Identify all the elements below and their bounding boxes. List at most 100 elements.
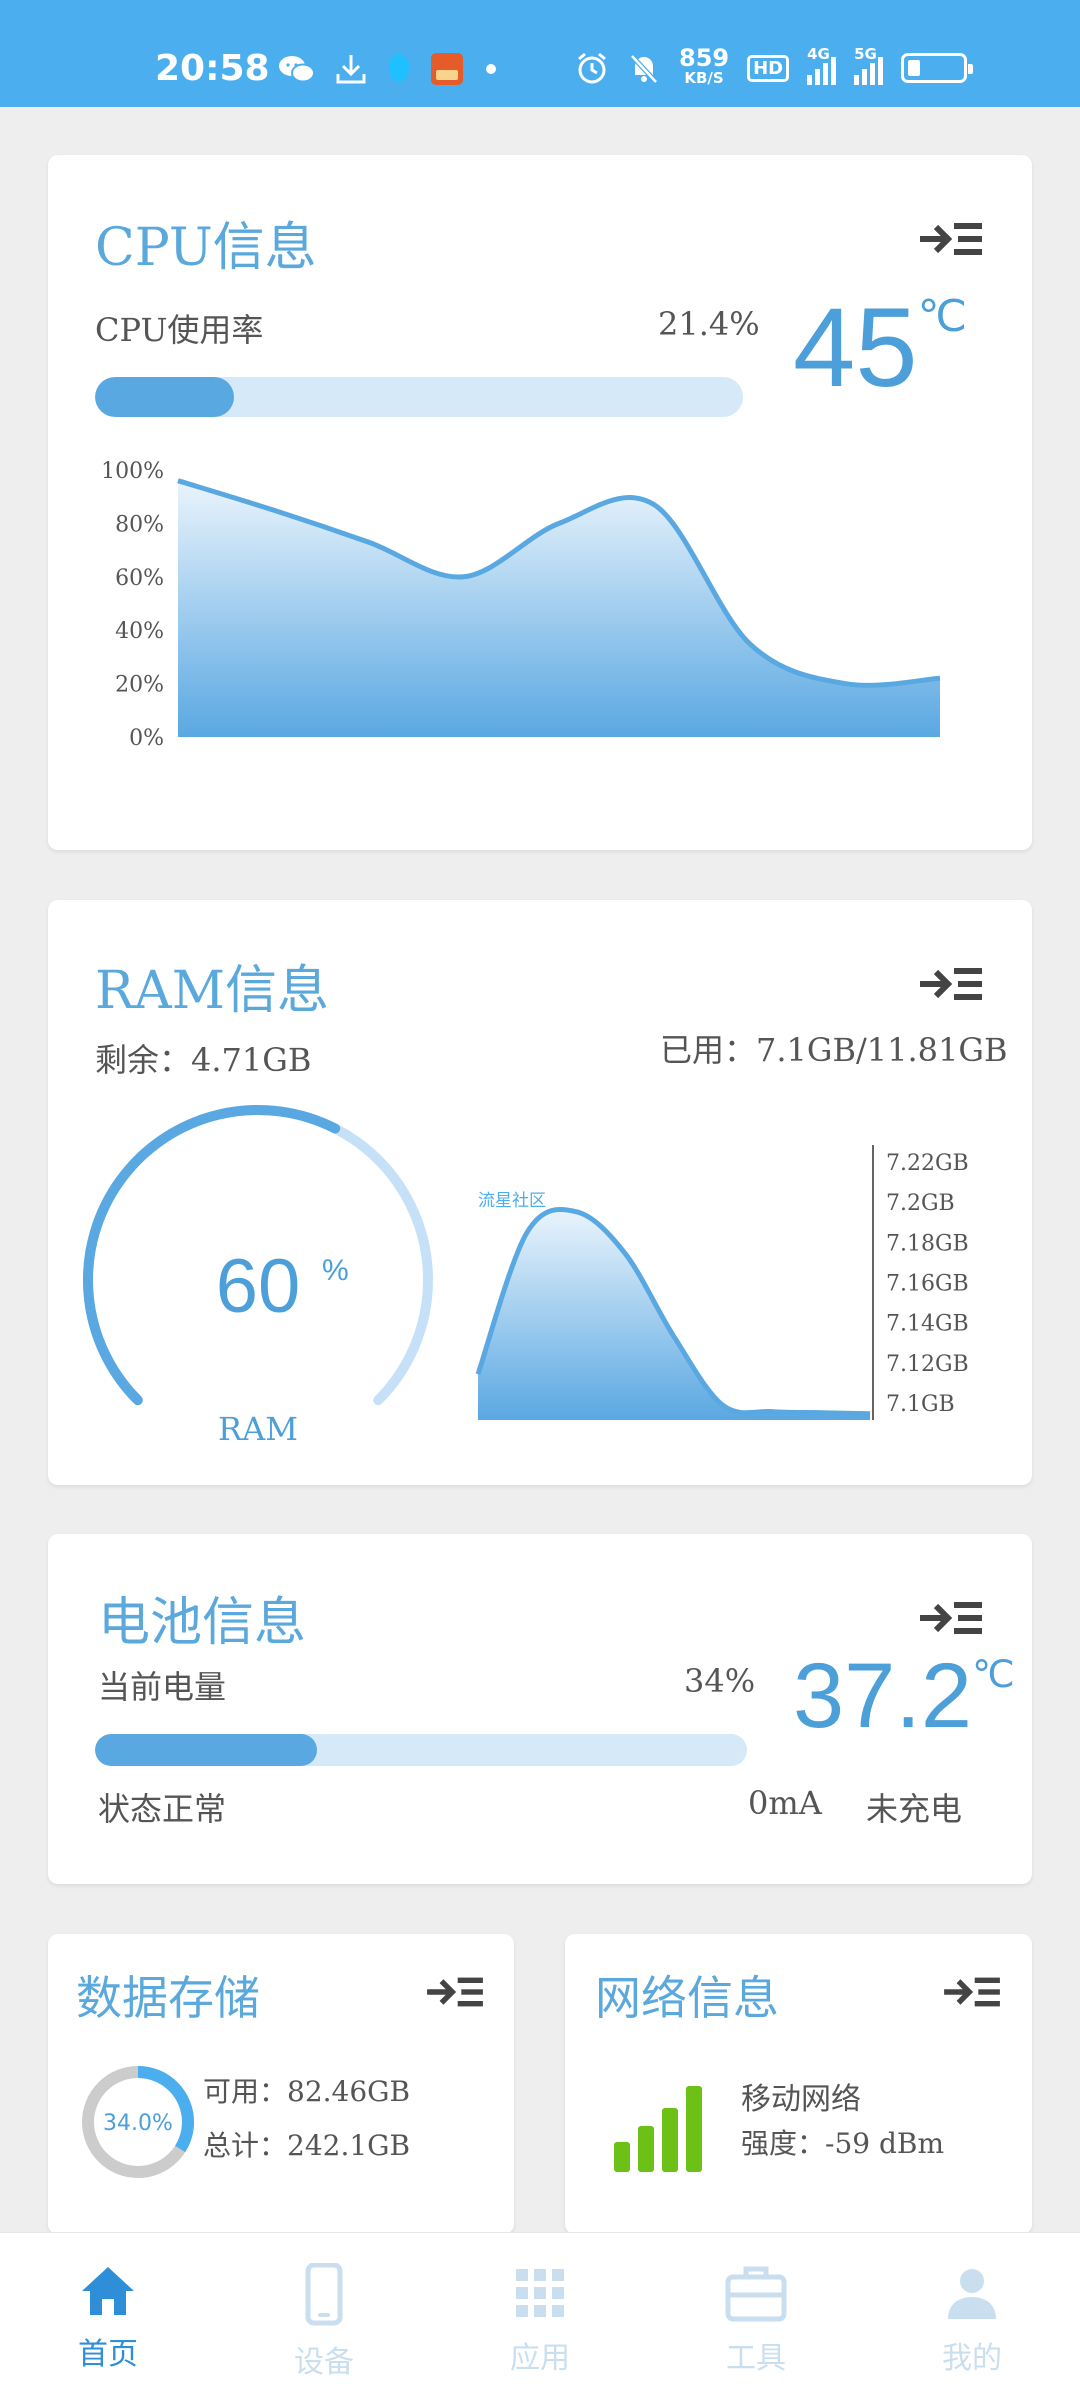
battery-level-value: 34% — [684, 1662, 756, 1700]
cpu-temp-unit: ℃ — [917, 292, 967, 341]
nav-tools-label: 工具 — [726, 2341, 786, 2376]
storage-donut: 34.0% — [82, 2066, 194, 2178]
network-strength-value: -59 dBm — [825, 2127, 945, 2160]
cpu-usage-bar — [95, 377, 743, 417]
ram-used: 已用：7.1GB/11.81GB — [660, 1025, 1007, 1071]
network-strength: 强度：-59 dBm — [741, 2122, 944, 2162]
net-label-5g: 5G — [854, 45, 877, 63]
cpu-temperature: 45℃ — [793, 283, 967, 412]
bottom-nav: 首页 设备 应用 工具 我的 — [0, 2232, 1080, 2400]
battery-icon — [901, 53, 974, 83]
phone-icon — [305, 2263, 343, 2326]
ram-title: RAM信息 — [95, 961, 329, 1021]
storage-title: 数据存储 — [76, 1971, 260, 2025]
cpu-y-tick: 100% — [101, 460, 164, 484]
cpu-card: CPU信息 CPU使用率 21.4% 45℃ 100% 80% 60% 40% 20% 0… — [48, 155, 1032, 850]
cpu-temp-value: 45 — [793, 285, 918, 410]
battery-status: 状态正常 — [98, 1790, 227, 1828]
ram-card: RAM信息 剩余：4.71GB 已用：7.1GB/11.81GB 60 % RA… — [48, 900, 1032, 1485]
battery-title: 电池信息 — [98, 1593, 307, 1653]
battery-temperature: 37.2℃ — [793, 1644, 1015, 1749]
download-icon — [336, 55, 366, 84]
speed-value: 859 — [679, 44, 730, 72]
cpu-y-tick: 20% — [115, 673, 164, 698]
watermark-label: 流星社区 — [478, 1191, 546, 1211]
hd-badge: HD — [747, 54, 790, 82]
nav-device[interactable]: 设备 — [216, 2233, 432, 2400]
ram-y-tick: 7.18GB — [886, 1231, 969, 1256]
menu-expand-icon[interactable] — [918, 964, 984, 1004]
storage-percent: 34.0% — [103, 2111, 173, 2136]
mute-icon — [630, 54, 658, 84]
toolbox-icon — [725, 2266, 787, 2322]
storage-total-label: 总计： — [203, 2129, 288, 2162]
battery-temp-value: 37.2 — [793, 1645, 973, 1747]
network-strength-label: 强度： — [741, 2127, 826, 2160]
alarm-icon — [578, 52, 606, 84]
cpu-usage-value: 21.4% — [658, 305, 760, 343]
network-card: 网络信息 移动网络 强度：-59 dBm — [565, 1934, 1032, 2234]
menu-expand-icon[interactable] — [918, 219, 984, 259]
nav-apps-label: 应用 — [510, 2341, 570, 2376]
cpu-y-tick: 80% — [115, 512, 164, 537]
signal-5g: 5G — [854, 45, 884, 85]
network-type: 移动网络 — [741, 2082, 861, 2117]
cpu-y-tick: 60% — [115, 566, 164, 591]
storage-card: 数据存储 34.0% 可用：82.46GB 总计：242.1GB — [48, 1934, 514, 2234]
ram-used-value: 7.1GB/11.81GB — [756, 1031, 1008, 1069]
ram-chart: 7.22GB 7.2GB 7.18GB 7.16GB 7.14GB 7.12GB 7.1GB… — [475, 1145, 969, 1420]
signal-strength-icon — [614, 2086, 702, 2172]
nav-tools[interactable]: 工具 — [648, 2233, 864, 2400]
network-speed: 859 KB/S — [679, 44, 730, 88]
nav-apps[interactable]: 应用 — [432, 2233, 648, 2400]
cpu-title: CPU信息 — [95, 218, 317, 278]
app-badge-icon — [431, 53, 463, 85]
home-icon — [82, 2267, 134, 2315]
ram-y-tick: 7.16GB — [886, 1272, 969, 1297]
cpu-area — [178, 480, 940, 737]
ram-y-tick: 7.12GB — [886, 1352, 969, 1377]
ram-y-tick: 7.2GB — [886, 1191, 955, 1216]
ram-y-tick: 7.14GB — [886, 1312, 969, 1337]
battery-charging: 未充电 — [866, 1790, 963, 1828]
ram-percent-unit: % — [322, 1254, 349, 1287]
storage-total-value: 242.1GB — [287, 2129, 411, 2162]
cpu-chart: 100% 80% 60% 40% 20% 0% — [101, 460, 941, 751]
nav-home-label: 首页 — [78, 2337, 138, 2372]
grid-icon — [516, 2269, 564, 2317]
menu-expand-icon[interactable] — [918, 1598, 984, 1638]
nav-home[interactable]: 首页 — [0, 2233, 216, 2400]
ram-percent: 60 — [216, 1244, 301, 1329]
ram-used-label: 已用： — [660, 1031, 757, 1069]
signal-4g: 4G — [807, 45, 837, 85]
menu-expand-icon[interactable] — [424, 1974, 486, 2010]
battery-current: 0mA — [748, 1784, 822, 1822]
storage-available: 可用：82.46GB — [203, 2070, 410, 2110]
cpu-y-tick: 40% — [115, 619, 164, 644]
battery-card: 电池信息 当前电量 34% 37.2℃ 状态正常 0mA 未充电 — [48, 1534, 1032, 1884]
nav-profile-label: 我的 — [942, 2341, 1002, 2376]
battery-level-label: 当前电量 — [98, 1668, 227, 1706]
storage-total: 总计：242.1GB — [203, 2124, 410, 2164]
dot-icon — [486, 64, 496, 74]
nav-profile[interactable]: 我的 — [864, 2233, 1080, 2400]
network-title: 网络信息 — [595, 1971, 779, 2025]
storage-available-value: 82.46GB — [287, 2075, 411, 2108]
nav-device-label: 设备 — [294, 2345, 354, 2380]
status-bar: 20:58 859 KB/S HD 4G 5G — [0, 0, 1080, 107]
qq-icon — [389, 54, 409, 82]
speed-unit: KB/S — [684, 69, 724, 87]
user-icon — [948, 2269, 996, 2319]
cpu-y-tick: 0% — [129, 726, 164, 751]
menu-expand-icon[interactable] — [941, 1974, 1003, 2010]
ram-remaining-label: 剩余： — [95, 1041, 192, 1079]
ram-gauge-label: RAM — [218, 1410, 298, 1448]
system-icons: 859 KB/S HD 4G 5G — [575, 44, 974, 88]
notification-icons — [278, 52, 500, 86]
cpu-usage-label: CPU使用率 — [95, 311, 264, 349]
ram-gauge: 60 % RAM — [83, 1105, 433, 1448]
net-label-4g: 4G — [807, 45, 830, 63]
ram-y-tick: 7.1GB — [886, 1392, 955, 1417]
status-time: 20:58 — [155, 48, 270, 89]
wechat-icon — [279, 56, 315, 83]
